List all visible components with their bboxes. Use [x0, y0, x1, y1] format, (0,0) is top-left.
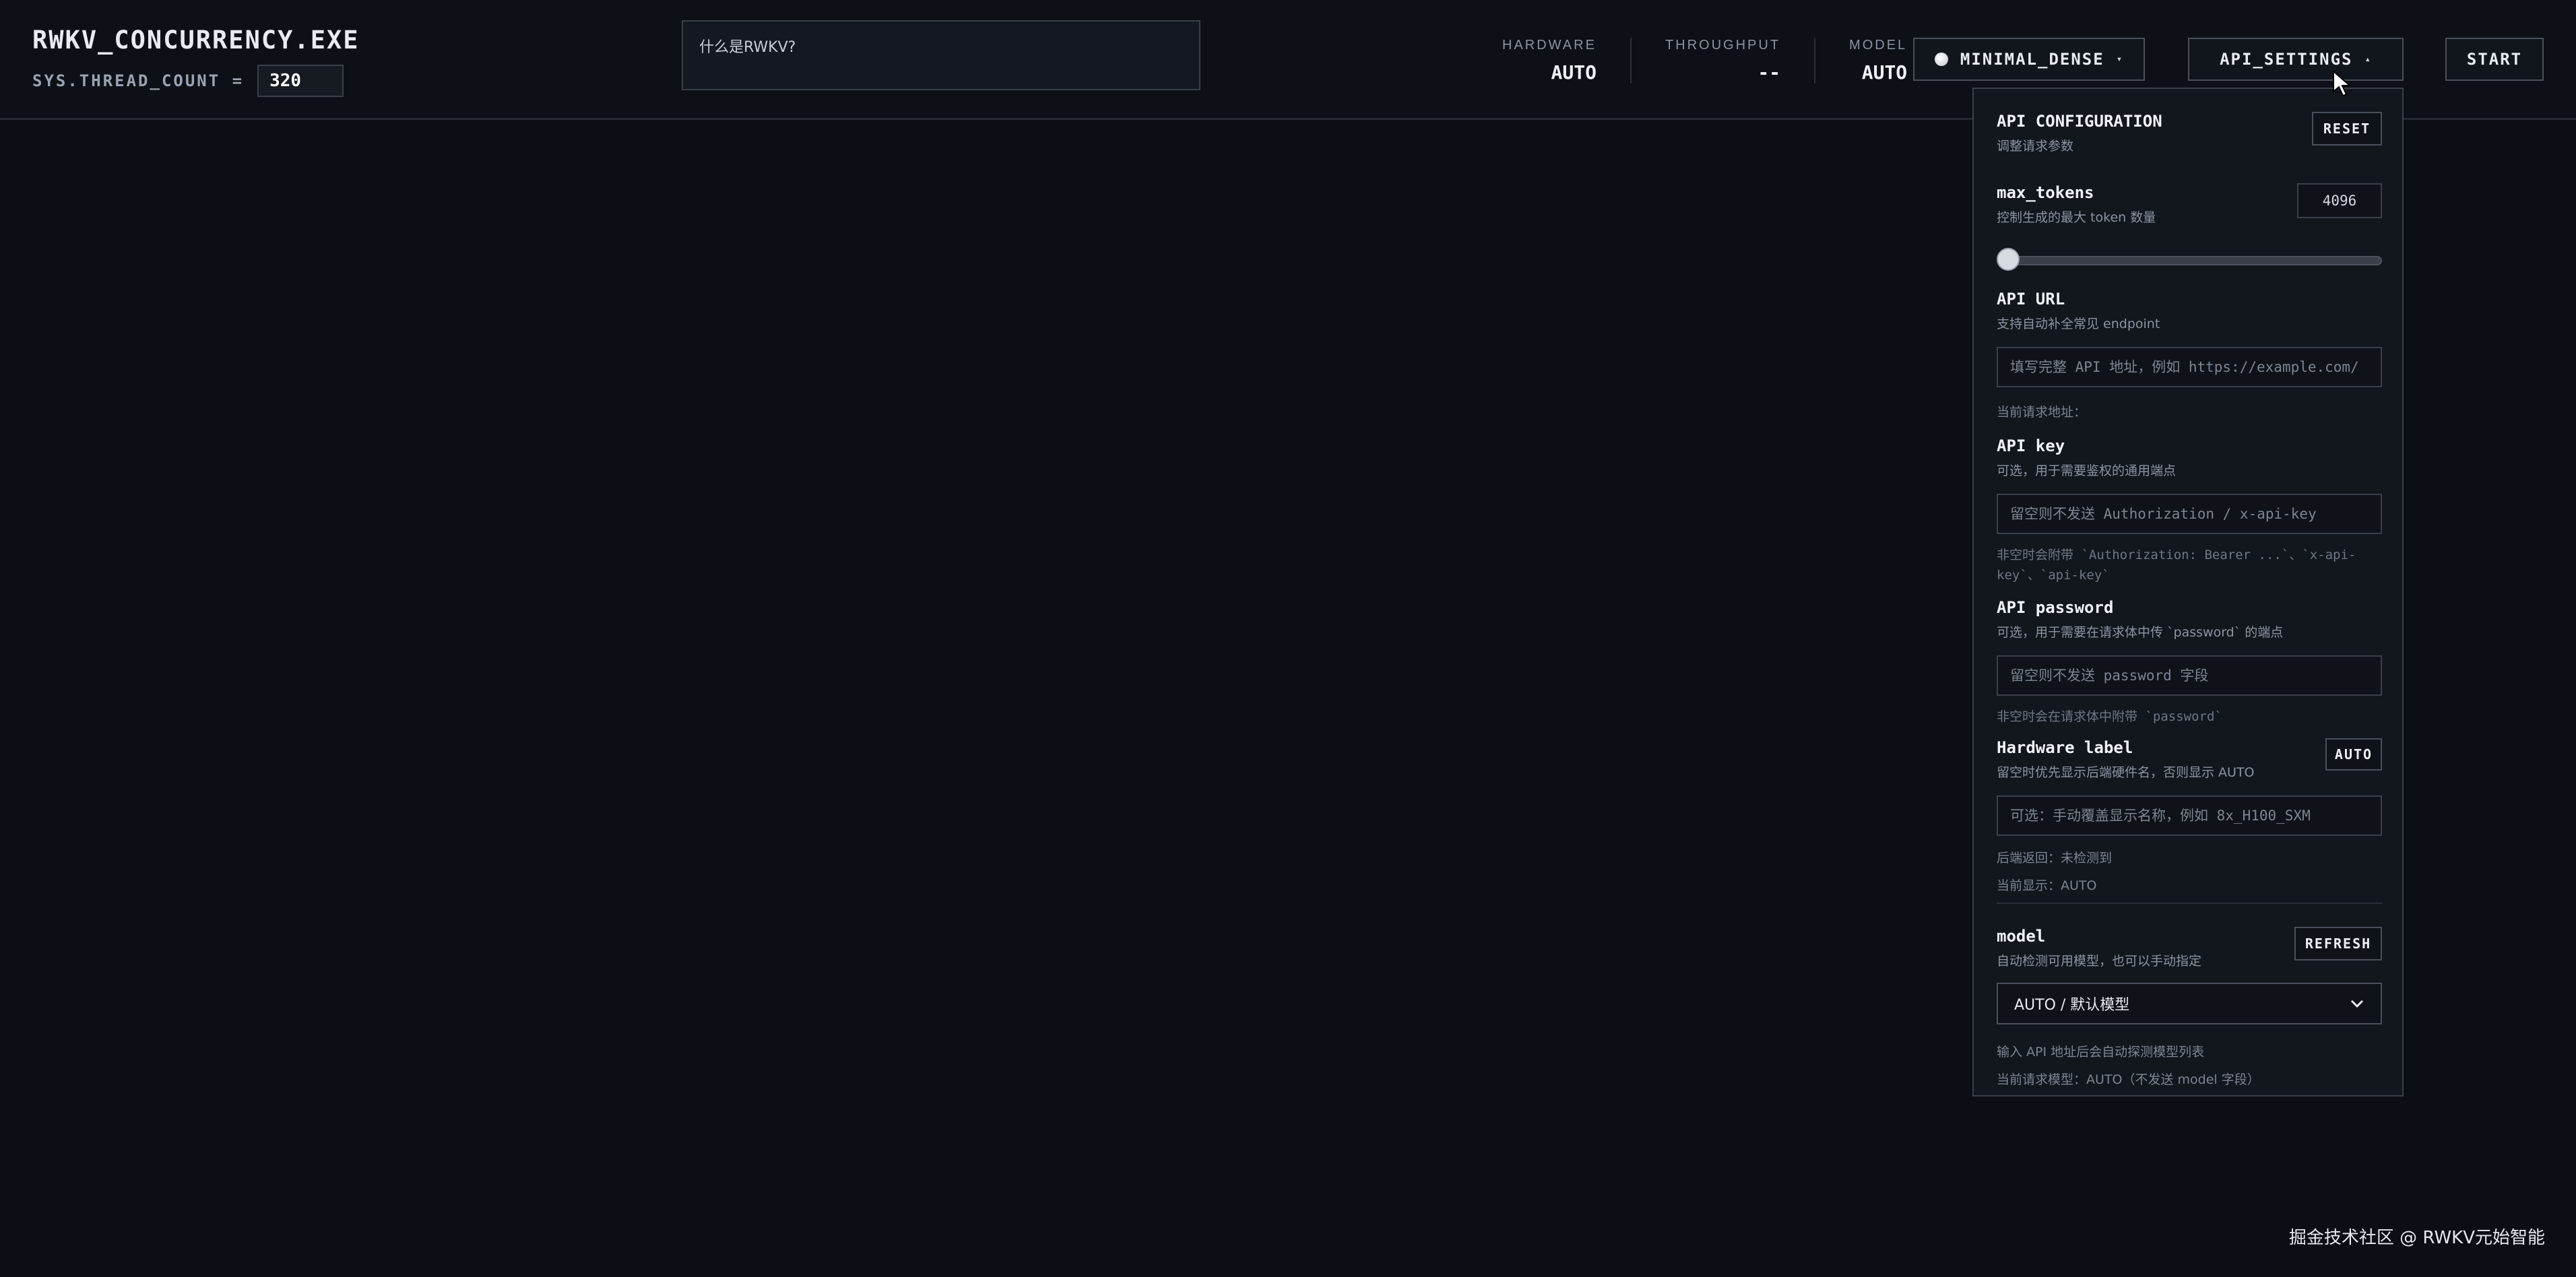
reset-button[interactable]: RESET	[2312, 112, 2382, 145]
stats-group: HARDWARE AUTO THROUGHPUT -- MODEL AUTO	[1502, 38, 1921, 84]
stat-label: THROUGHPUT	[1665, 38, 1781, 53]
max-tokens-slider-thumb[interactable]	[1997, 248, 2020, 271]
thread-count-input[interactable]	[257, 65, 344, 97]
hardware-current-note: 当前显示：AUTO	[1997, 878, 2097, 893]
theme-toggle-button[interactable]: MINIMAL_DENSE ▾	[1913, 38, 2145, 81]
api-password-label: API password	[1997, 598, 2114, 617]
max-tokens-input[interactable]: 4096	[2297, 183, 2382, 218]
theme-button-label: MINIMAL_DENSE	[1960, 50, 2104, 69]
panel-header: API CONFIGURATION 调整请求参数 RESET	[1997, 112, 2382, 154]
refresh-models-button[interactable]: REFRESH	[2294, 927, 2382, 960]
hardware-auto-button[interactable]: AUTO	[2325, 738, 2382, 771]
watermark-text: 掘金技术社区 @ RWKV元始智能	[2288, 1228, 2545, 1248]
api-key-input[interactable]	[1997, 494, 2382, 534]
stat-value: AUTO	[1551, 61, 1597, 84]
hardware-label-desc: 留空时优先显示后端硬件名，否则显示 AUTO	[1997, 765, 2255, 780]
stat-label: HARDWARE	[1502, 38, 1597, 53]
caret-down-icon: ▾	[2116, 54, 2124, 65]
thread-count-label: SYS.THREAD_COUNT =	[32, 71, 245, 90]
mouse-cursor-icon	[2333, 70, 2352, 97]
api-url-label: API URL	[1997, 290, 2065, 308]
model-note-1: 输入 API 地址后会自动探测模型列表	[1997, 1045, 2205, 1059]
start-label: START	[2466, 50, 2523, 69]
start-button[interactable]: START	[2445, 38, 2544, 81]
api-settings-label: API_SETTINGS	[2220, 50, 2353, 69]
stat-label: MODEL	[1849, 38, 1908, 53]
api-url-section: API URL 支持自动补全常见 endpoint 当前请求地址：	[1997, 290, 2382, 420]
max-tokens-section: max_tokens 控制生成的最大 token 数量 4096	[1997, 183, 2382, 277]
api-password-note: 非空时会在请求体中附带 `password`	[1997, 709, 2222, 724]
api-password-input[interactable]	[1997, 655, 2382, 696]
app-page: RWKV_CONCURRENCY.EXE SYS.THREAD_COUNT = …	[0, 0, 2576, 1277]
app-title: RWKV_CONCURRENCY.EXE	[32, 26, 360, 55]
api-url-current: 当前请求地址：	[1997, 405, 2087, 420]
api-password-section: API password 可选，用于需要在请求体中传 `password` 的端…	[1997, 598, 2382, 724]
model-note-2: 当前请求模型：AUTO（不发送 model 字段）	[1997, 1072, 2260, 1087]
api-password-desc: 可选，用于需要在请求体中传 `password` 的端点	[1997, 625, 2284, 640]
hardware-label-section: Hardware label 留空时优先显示后端硬件名，否则显示 AUTO AU…	[1997, 738, 2382, 900]
thread-count-row: SYS.THREAD_COUNT =	[32, 65, 344, 97]
stat-value: --	[1758, 61, 1781, 84]
api-key-note: 非空时会附带 `Authorization: Bearer ...`、`x-ap…	[1997, 548, 2356, 583]
stat-model: MODEL AUTO	[1815, 38, 1921, 84]
hardware-label-title: Hardware label	[1997, 738, 2133, 757]
prompt-input[interactable]	[682, 20, 1200, 90]
panel-divider	[1997, 903, 2382, 904]
api-key-label: API key	[1997, 436, 2065, 455]
model-section: model 自动检测可用模型，也可以手动指定 REFRESH AUTO / 默认…	[1997, 927, 2382, 1087]
stat-hardware: HARDWARE AUTO	[1502, 38, 1632, 84]
chevron-down-icon	[2350, 1000, 2364, 1008]
model-select[interactable]: AUTO / 默认模型	[1997, 983, 2382, 1024]
api-key-desc: 可选，用于需要鉴权的通用端点	[1997, 463, 2177, 478]
model-select-value: AUTO / 默认模型	[2014, 997, 2130, 1014]
api-key-section: API key 可选，用于需要鉴权的通用端点 非空时会附带 `Authoriza…	[1997, 436, 2382, 583]
max-tokens-slider-track[interactable]	[1997, 256, 2382, 265]
stat-value: AUTO	[1861, 61, 1908, 84]
api-settings-button[interactable]: API_SETTINGS ▴	[2188, 38, 2404, 81]
api-url-desc: 支持自动补全常见 endpoint	[1997, 317, 2160, 331]
caret-up-icon: ▴	[2364, 54, 2372, 65]
stat-throughput: THROUGHPUT --	[1632, 38, 1816, 84]
hardware-backend-note: 后端返回：未检测到	[1997, 851, 2113, 865]
api-url-input[interactable]	[1997, 347, 2382, 387]
hardware-label-input[interactable]	[1997, 795, 2382, 836]
api-settings-panel: API CONFIGURATION 调整请求参数 RESET max_token…	[1972, 88, 2404, 1096]
radio-dot-icon	[1934, 53, 1948, 66]
